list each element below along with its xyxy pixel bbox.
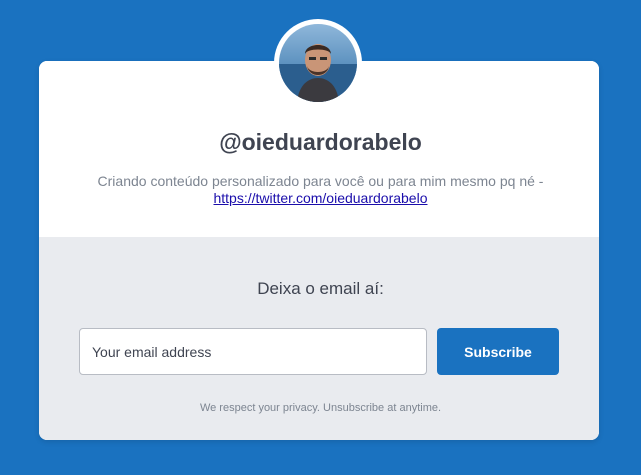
- email-input[interactable]: [79, 328, 427, 375]
- profile-bio: Criando conteúdo personalizado para você…: [60, 173, 581, 207]
- profile-username: @oieduardorabelo: [219, 129, 422, 155]
- subscribe-button[interactable]: Subscribe: [437, 328, 559, 375]
- avatar-photo-icon: [279, 24, 357, 102]
- bio-twitter-link[interactable]: https://twitter.com/oieduardorabelo: [213, 190, 427, 206]
- form-heading: Deixa o email aí:: [257, 279, 384, 298]
- avatar: [274, 19, 362, 107]
- signup-card: [39, 61, 599, 440]
- bio-text: Criando conteúdo personalizado para você…: [97, 173, 544, 189]
- privacy-notice: We respect your privacy. Unsubscribe at …: [199, 402, 442, 414]
